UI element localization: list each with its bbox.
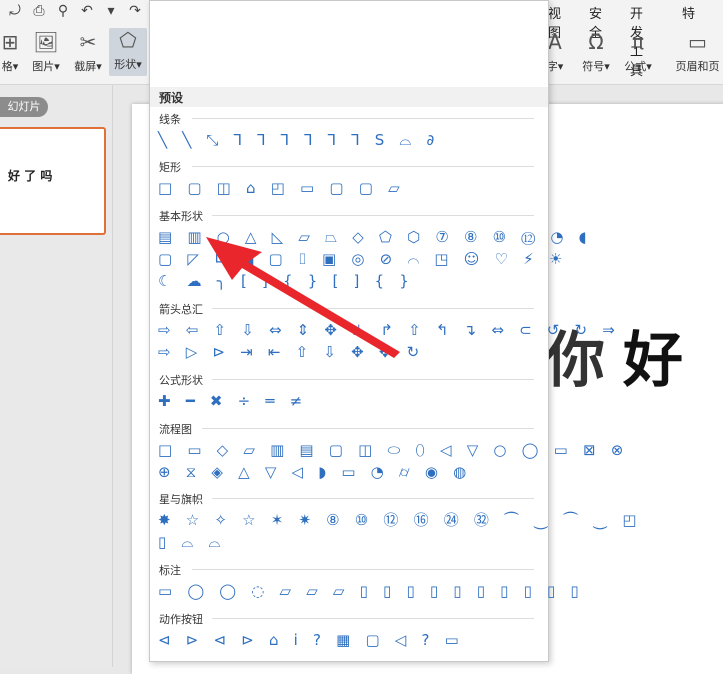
arrow-head-icon <box>206 237 400 358</box>
annotation-arrow-icon <box>206 237 400 358</box>
